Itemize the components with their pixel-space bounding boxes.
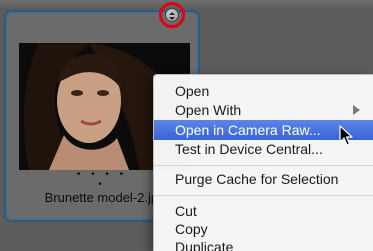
menu-item-label: Test in Device Central... [175,141,323,157]
submenu-arrow-icon [353,105,360,115]
toolbar-strip [0,0,373,8]
menu-item-open[interactable]: Open [154,81,373,101]
menu-item-copy[interactable]: Copy [154,219,373,239]
menu-item-label: Open [175,83,210,99]
menu-item-purge-cache[interactable]: Purge Cache for Selection [154,169,373,189]
menu-item-label: Open in Camera Raw... [175,122,321,138]
menu-item-label: Cut [175,203,197,219]
menu-item-duplicate[interactable]: Duplicate [154,237,373,251]
menu-item-label: Duplicate [175,239,234,251]
camera-raw-badge-highlight [159,2,185,28]
mouse-pointer-icon [339,125,353,146]
context-menu: Open Open With Open in Camera Raw... Tes… [153,74,373,251]
menu-item-label: Purge Cache for Selection [175,171,339,187]
menu-item-cut[interactable]: Cut [154,201,373,221]
menu-separator [154,195,373,196]
settings-arrows-icon [169,12,175,20]
menu-separator [154,165,373,166]
menu-item-label: Copy [175,221,208,237]
menu-item-open-with[interactable]: Open With [154,100,373,120]
menu-item-label: Open With [175,102,242,118]
rating-stars[interactable]: • • • • • [72,170,132,190]
camera-raw-settings-icon[interactable] [165,8,179,22]
